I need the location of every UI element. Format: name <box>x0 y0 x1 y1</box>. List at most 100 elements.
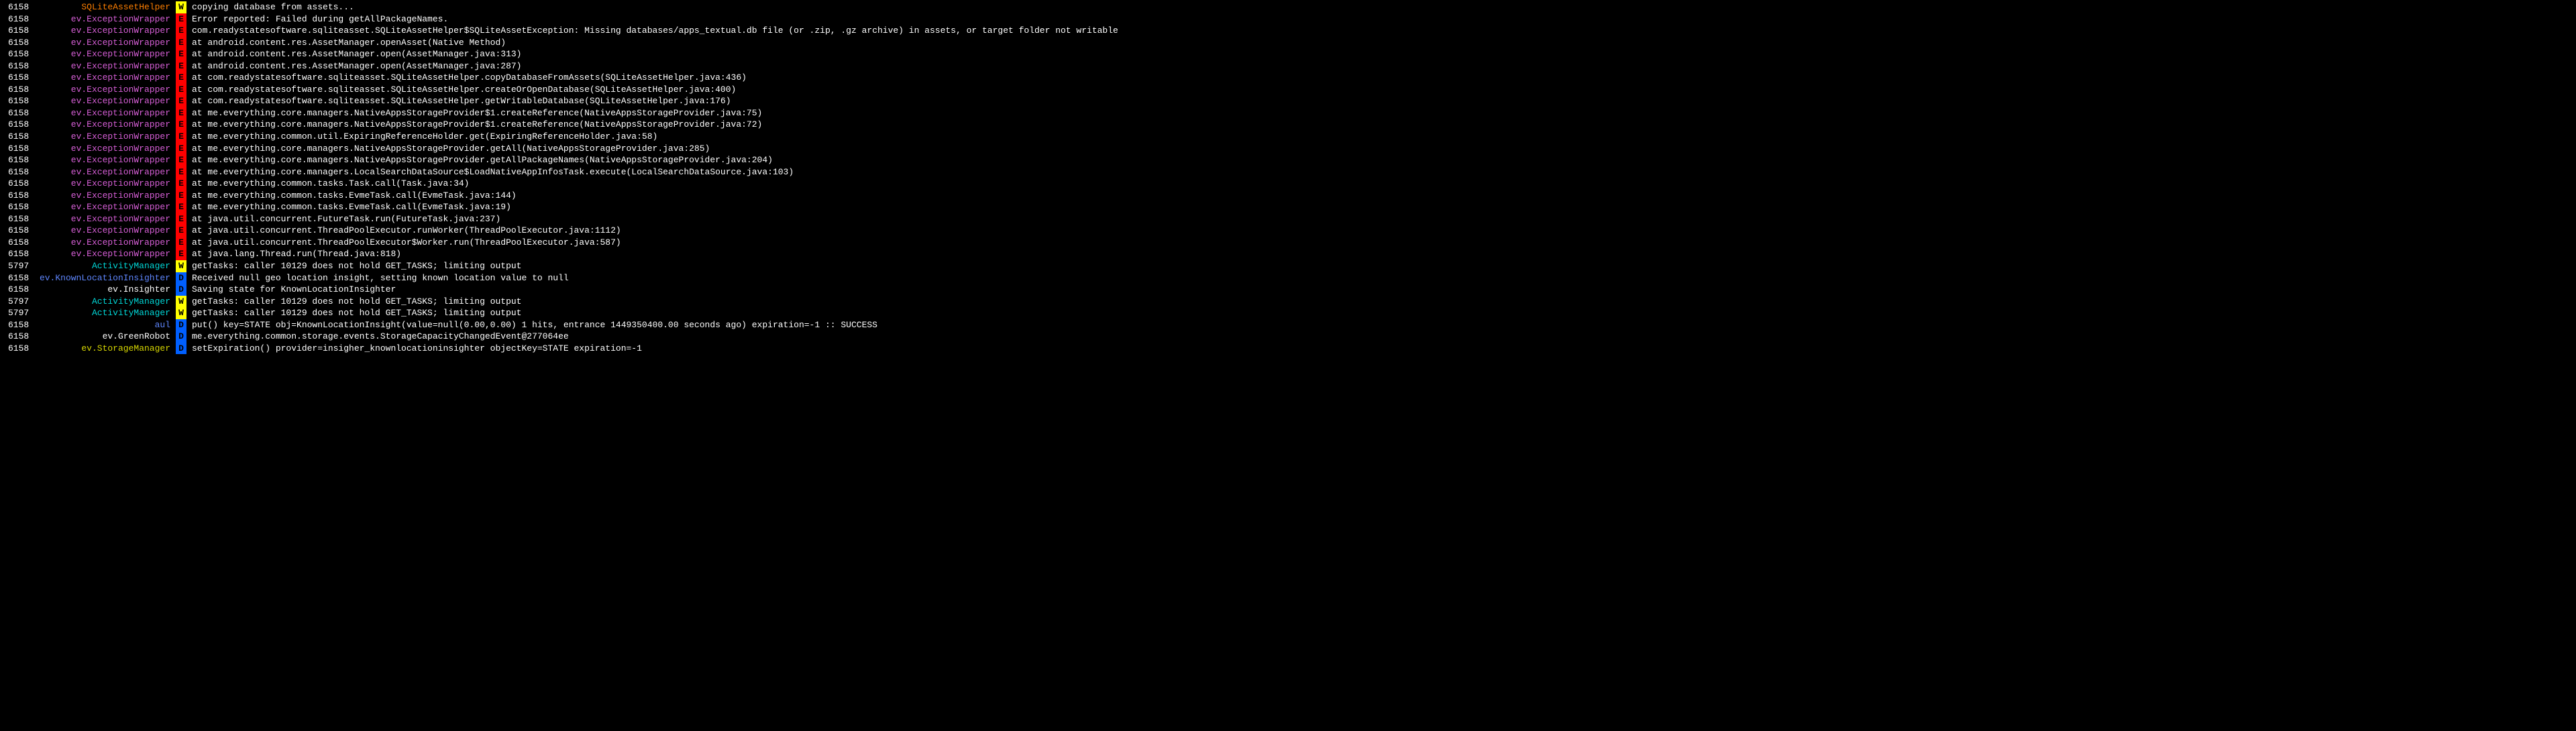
log-level-badge: E <box>176 190 186 202</box>
log-message: getTasks: caller 10129 does not hold GET… <box>189 260 2576 272</box>
log-row[interactable]: 6158ev.ExceptionWrapperEat me.everything… <box>0 166 2576 178</box>
log-level-badge: D <box>176 284 186 296</box>
log-container: 6158SQLiteAssetHelperWcopying database f… <box>0 0 2576 355</box>
log-message: setExpiration() provider=insigher_knownl… <box>189 343 2576 355</box>
log-message: Error reported: Failed during getAllPack… <box>189 13 2576 25</box>
log-row[interactable]: 6158ev.ExceptionWrapperEcom.readystateso… <box>0 25 2576 37</box>
log-level-badge: E <box>176 72 186 84</box>
log-row[interactable]: 6158ev.ExceptionWrapperEError reported: … <box>0 13 2576 25</box>
log-message: Saving state for KnownLocationInsighter <box>189 284 2576 296</box>
log-row[interactable]: 6158ev.ExceptionWrapperEat me.everything… <box>0 154 2576 166</box>
log-pid: 6158 <box>0 201 32 213</box>
log-message: at com.readystatesoftware.sqliteasset.SQ… <box>189 84 2576 96</box>
log-tag: ev.ExceptionWrapper <box>32 178 173 190</box>
log-message: Received null geo location insight, sett… <box>189 272 2576 284</box>
log-level-badge: E <box>176 95 186 107</box>
log-level-badge: E <box>176 178 186 190</box>
log-level-badge: E <box>176 237 186 249</box>
log-level-badge: E <box>176 166 186 178</box>
log-pid: 6158 <box>0 237 32 249</box>
log-row[interactable]: 6158ev.KnownLocationInsighterDReceived n… <box>0 272 2576 284</box>
log-pid: 6158 <box>0 225 32 237</box>
log-tag: ev.ExceptionWrapper <box>32 225 173 237</box>
log-message: at android.content.res.AssetManager.open… <box>189 48 2576 60</box>
log-row[interactable]: 5797ActivityManagerWgetTasks: caller 101… <box>0 307 2576 319</box>
log-row[interactable]: 6158ev.ExceptionWrapperEat java.util.con… <box>0 213 2576 225</box>
log-row[interactable]: 6158ev.InsighterDSaving state for KnownL… <box>0 284 2576 296</box>
log-message: at java.util.concurrent.ThreadPoolExecut… <box>189 225 2576 237</box>
log-pid: 6158 <box>0 143 32 155</box>
log-tag: ev.ExceptionWrapper <box>32 131 173 143</box>
log-row[interactable]: 6158ev.ExceptionWrapperEat me.everything… <box>0 190 2576 202</box>
log-tag: SQLiteAssetHelper <box>32 1 173 13</box>
log-level-badge: D <box>176 272 186 284</box>
log-level-badge: D <box>176 343 186 355</box>
log-row[interactable]: 6158ev.ExceptionWrapperEat me.everything… <box>0 143 2576 155</box>
log-row[interactable]: 6158ev.ExceptionWrapperEat me.everything… <box>0 201 2576 213</box>
log-tag: ev.ExceptionWrapper <box>32 248 173 260</box>
log-pid: 6158 <box>0 84 32 96</box>
log-tag: ev.Insighter <box>32 284 173 296</box>
log-row[interactable]: 6158ev.ExceptionWrapperEat com.readystat… <box>0 72 2576 84</box>
log-tag: ev.ExceptionWrapper <box>32 201 173 213</box>
log-pid: 6158 <box>0 190 32 202</box>
log-tag: ev.ExceptionWrapper <box>32 119 173 131</box>
log-row[interactable]: 6158ev.GreenRobotDme.everything.common.s… <box>0 331 2576 343</box>
log-row[interactable]: 6158ev.ExceptionWrapperEat android.conte… <box>0 48 2576 60</box>
log-row[interactable]: 6158ev.StorageManagerDsetExpiration() pr… <box>0 343 2576 355</box>
log-row[interactable]: 6158ev.ExceptionWrapperEat com.readystat… <box>0 95 2576 107</box>
log-message: at com.readystatesoftware.sqliteasset.SQ… <box>189 72 2576 84</box>
log-tag: ev.GreenRobot <box>32 331 173 343</box>
log-tag: ev.StorageManager <box>32 343 173 355</box>
log-row[interactable]: 5797ActivityManagerWgetTasks: caller 101… <box>0 296 2576 308</box>
log-level-badge: W <box>176 296 186 308</box>
log-tag: ev.ExceptionWrapper <box>32 237 173 249</box>
log-row[interactable]: 6158ev.ExceptionWrapperEat android.conte… <box>0 60 2576 72</box>
log-level-badge: W <box>176 260 186 272</box>
log-row[interactable]: 6158ev.ExceptionWrapperEat java.lang.Thr… <box>0 248 2576 260</box>
log-row[interactable]: 6158ev.ExceptionWrapperEat android.conte… <box>0 37 2576 49</box>
log-pid: 5797 <box>0 260 32 272</box>
log-pid: 6158 <box>0 119 32 131</box>
log-pid: 6158 <box>0 284 32 296</box>
log-tag: ActivityManager <box>32 296 173 308</box>
log-pid: 6158 <box>0 1 32 13</box>
log-pid: 6158 <box>0 166 32 178</box>
log-message: at me.everything.core.managers.LocalSear… <box>189 166 2576 178</box>
log-level-badge: E <box>176 143 186 155</box>
log-level-badge: E <box>176 25 186 37</box>
log-row[interactable]: 6158ev.ExceptionWrapperEat java.util.con… <box>0 237 2576 249</box>
log-tag: ev.ExceptionWrapper <box>32 13 173 25</box>
log-row[interactable]: 6158ev.ExceptionWrapperEat me.everything… <box>0 107 2576 119</box>
log-row[interactable]: 5797ActivityManagerWgetTasks: caller 101… <box>0 260 2576 272</box>
log-level-badge: E <box>176 84 186 96</box>
log-level-badge: E <box>176 48 186 60</box>
log-tag: ev.ExceptionWrapper <box>32 95 173 107</box>
log-level-badge: E <box>176 154 186 166</box>
log-tag: aul <box>32 319 173 331</box>
log-level-badge: E <box>176 60 186 72</box>
log-message: at me.everything.core.managers.NativeApp… <box>189 143 2576 155</box>
log-level-badge: E <box>176 107 186 119</box>
log-row[interactable]: 6158ev.ExceptionWrapperEat com.readystat… <box>0 84 2576 96</box>
log-message: at com.readystatesoftware.sqliteasset.SQ… <box>189 95 2576 107</box>
log-message: put() key=STATE obj=KnownLocationInsight… <box>189 319 2576 331</box>
log-row[interactable]: 6158ev.ExceptionWrapperEat me.everything… <box>0 119 2576 131</box>
log-pid: 6158 <box>0 343 32 355</box>
log-level-badge: E <box>176 201 186 213</box>
log-message: at me.everything.common.tasks.EvmeTask.c… <box>189 201 2576 213</box>
log-row[interactable]: 6158aulDput() key=STATE obj=KnownLocatio… <box>0 319 2576 331</box>
log-level-badge: E <box>176 13 186 25</box>
log-pid: 6158 <box>0 72 32 84</box>
log-pid: 6158 <box>0 272 32 284</box>
log-row[interactable]: 6158ev.ExceptionWrapperEat me.everything… <box>0 178 2576 190</box>
log-tag: ev.ExceptionWrapper <box>32 154 173 166</box>
log-tag: ev.ExceptionWrapper <box>32 37 173 49</box>
log-message: at me.everything.core.managers.NativeApp… <box>189 154 2576 166</box>
log-tag: ev.ExceptionWrapper <box>32 107 173 119</box>
log-pid: 6158 <box>0 60 32 72</box>
log-row[interactable]: 6158ev.ExceptionWrapperEat me.everything… <box>0 131 2576 143</box>
log-row[interactable]: 6158SQLiteAssetHelperWcopying database f… <box>0 1 2576 13</box>
log-row[interactable]: 6158ev.ExceptionWrapperEat java.util.con… <box>0 225 2576 237</box>
log-tag: ev.ExceptionWrapper <box>32 48 173 60</box>
